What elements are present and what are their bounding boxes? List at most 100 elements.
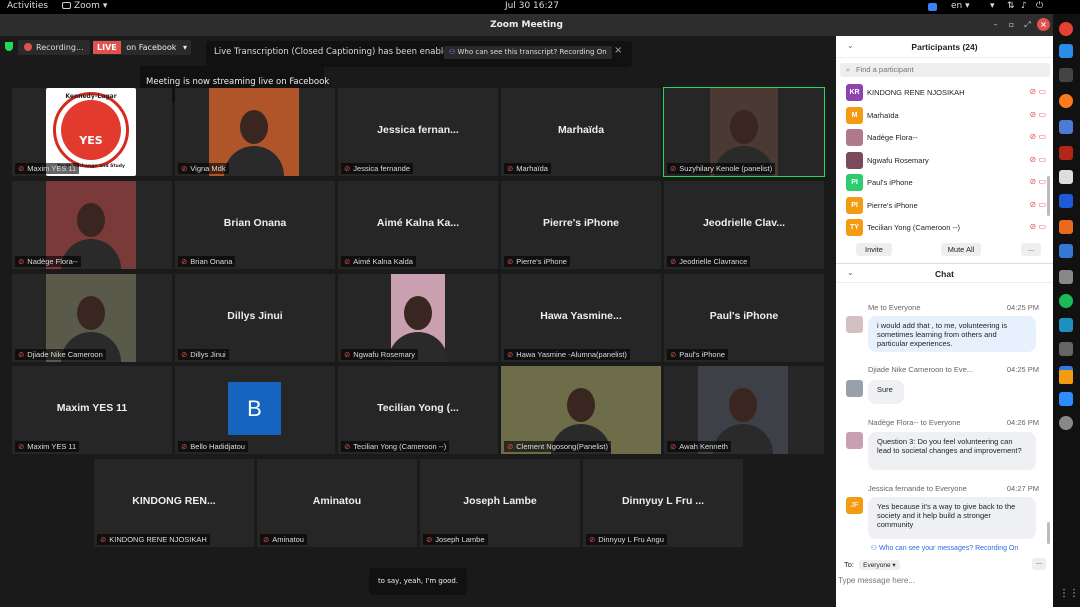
video-tile[interactable]: Paul's iPhone ⊘ Paul's iPhone bbox=[664, 274, 824, 362]
chat-recording-note[interactable]: ⚇ Who can see your messages? Recording O… bbox=[836, 544, 1053, 552]
activities-button[interactable]: Activities bbox=[7, 1, 48, 11]
firefox-icon[interactable] bbox=[1059, 94, 1073, 108]
video-tile[interactable]: ⊘ Clement Ngosong(Panelist) bbox=[501, 366, 661, 454]
participant-name-large: Hawa Yasmine... bbox=[540, 310, 622, 322]
maximize-icon[interactable]: ▫ bbox=[1005, 18, 1018, 31]
vscode-icon[interactable] bbox=[1059, 44, 1073, 58]
vlc-icon[interactable] bbox=[1059, 370, 1073, 384]
mic-muted-icon[interactable]: ⊘ ▭ bbox=[1030, 222, 1046, 231]
app-grid-icon[interactable]: ⋮⋮ bbox=[1059, 588, 1079, 602]
filezilla-icon[interactable] bbox=[1059, 146, 1073, 160]
participant-name-large: Paul's iPhone bbox=[709, 310, 779, 322]
participant-name-large: Tecilian Yong (... bbox=[377, 402, 459, 414]
video-tile[interactable]: ⊘ Djiade Nike Cameroon bbox=[12, 274, 172, 362]
folder-icon[interactable] bbox=[1059, 170, 1073, 184]
video-tile[interactable]: Hawa Yasmine... ⊘ Hawa Yasmine -Alumna(pan… bbox=[501, 274, 661, 362]
video-tile[interactable]: Marhaïda ⊘ Marhaïda bbox=[501, 88, 661, 176]
window-title: Zoom Meeting bbox=[490, 20, 563, 30]
trash-icon[interactable] bbox=[1059, 416, 1073, 430]
chat-scrollbar[interactable] bbox=[1047, 522, 1050, 544]
participant-row[interactable]: PI Paul's iPhone ⊘ ▭ bbox=[846, 172, 1046, 192]
participant-row[interactable]: KR KINDONG RENE NJOSIKAH ⊘ ▭ bbox=[846, 82, 1046, 102]
video-tile[interactable]: KINDONG REN... ⊘ KINDONG RENE NJOSIKAH bbox=[94, 459, 254, 547]
video-tile[interactable]: Joseph Lambe ⊘ Joseph Lambe bbox=[420, 459, 580, 547]
people-icon: ⚇ bbox=[870, 545, 878, 552]
participants-more-button[interactable]: ... bbox=[1021, 243, 1041, 256]
video-tile[interactable]: ⊘ Vigna Mdk bbox=[175, 88, 335, 176]
participant-search[interactable]: ⌕ bbox=[840, 63, 1050, 77]
app-menu[interactable]: Zoom ▾ bbox=[62, 1, 107, 11]
participant-search-input[interactable] bbox=[856, 65, 1036, 74]
live-stream-button[interactable]: LIVE on Facebook ▾ bbox=[93, 40, 191, 55]
video-tile[interactable]: Pierre's iPhone ⊘ Pierre's iPhone bbox=[501, 181, 661, 269]
video-tile[interactable]: Jeodrielle Clav... ⊘ Jeodrielle Clavrance bbox=[664, 181, 824, 269]
mic-muted-icon[interactable]: ⊘ ▭ bbox=[1030, 87, 1046, 96]
video-tile[interactable]: Aminatou ⊘ Aminatou bbox=[257, 459, 417, 547]
message-bubble[interactable]: i would add that , to me, volunteering i… bbox=[868, 316, 1036, 352]
mic-muted-icon[interactable]: ⊘ ▭ bbox=[1030, 110, 1046, 119]
files-icon[interactable] bbox=[1059, 120, 1073, 134]
mute-all-button[interactable]: Mute All bbox=[941, 243, 981, 256]
document-icon[interactable] bbox=[1059, 194, 1073, 208]
video-tile[interactable]: Kennedy-Lugar YES Youth Exchange and Study… bbox=[12, 88, 172, 176]
video-tile[interactable]: ⊘ Nadège Flora-- bbox=[12, 181, 172, 269]
recipient-dropdown[interactable]: Everyone ▾ bbox=[859, 560, 900, 570]
participants-header: ⌄ Participants (24) bbox=[836, 36, 1053, 58]
fullscreen-icon[interactable]: ⤢ bbox=[1021, 18, 1034, 31]
mic-muted-icon: ⊘ bbox=[507, 350, 514, 359]
participant-scrollbar[interactable] bbox=[1047, 176, 1050, 216]
settings-icon[interactable] bbox=[1059, 270, 1073, 284]
shield-icon[interactable] bbox=[5, 42, 13, 51]
participant-name-large: Jessica fernan... bbox=[377, 124, 459, 136]
zoom-tray-icon[interactable] bbox=[928, 3, 937, 11]
transcript-link[interactable]: ⚇ Who can see this transcript? Recording… bbox=[444, 46, 612, 59]
video-tile[interactable]: ⊘ Awah Kenneth bbox=[664, 366, 824, 454]
participant-row[interactable]: Ngwafu Rosemary ⊘ ▭ bbox=[846, 150, 1046, 170]
video-tile[interactable]: Brian Onana ⊘ Brian Onana bbox=[175, 181, 335, 269]
video-tile[interactable]: B ⊘ Bello Hadidjatou bbox=[175, 366, 335, 454]
chat-more-button[interactable]: ... bbox=[1032, 558, 1046, 570]
video-tile[interactable]: Maxim YES 11 ⊘ Maxim YES 11 bbox=[12, 366, 172, 454]
invite-button[interactable]: Invite bbox=[856, 243, 892, 256]
participant-row[interactable]: PI Pierre's iPhone ⊘ ▭ bbox=[846, 195, 1046, 215]
video-tile[interactable]: Aimé Kalna Ka... ⊘ Aimé Kalna Kalda bbox=[338, 181, 498, 269]
screenshot-icon[interactable] bbox=[1059, 342, 1073, 356]
video-tile[interactable]: ⊘ Suzyhilary Kenole (panelist) bbox=[663, 87, 825, 177]
terminal-icon[interactable] bbox=[1059, 68, 1073, 82]
chrome-icon[interactable] bbox=[1059, 22, 1073, 36]
close-icon[interactable]: × bbox=[614, 45, 622, 56]
power-icon[interactable]: ⏻ bbox=[1036, 1, 1043, 11]
participant-label-text: Vigna Mdk bbox=[190, 164, 226, 173]
writer-icon[interactable] bbox=[1059, 244, 1073, 258]
video-tile[interactable]: Tecilian Yong (... ⊘ Tecilian Yong (Camero… bbox=[338, 366, 498, 454]
clock[interactable]: Jul 30 16:27 bbox=[505, 1, 559, 11]
participant-row[interactable]: TY Tecilian Yong (Cameroon --) ⊘ ▭ bbox=[846, 217, 1046, 237]
video-tile[interactable]: Dinnyuy L Fru ... ⊘ Dinnyuy L Fru Angu bbox=[583, 459, 743, 547]
video-tile[interactable]: Dillys Jinui ⊘ Dillys Jinui bbox=[175, 274, 335, 362]
message-bubble[interactable]: Yes because it's a way to give back to t… bbox=[868, 497, 1036, 539]
chat-input[interactable] bbox=[838, 573, 1038, 587]
minimize-icon[interactable]: – bbox=[989, 18, 1002, 31]
mic-muted-icon[interactable]: ⊘ ▭ bbox=[1030, 177, 1046, 186]
message-bubble[interactable]: Sure bbox=[868, 380, 904, 404]
video-tile[interactable]: Jessica fernan... ⊘ Jessica fernande bbox=[338, 88, 498, 176]
spotify-icon[interactable] bbox=[1059, 294, 1073, 308]
close-icon[interactable]: × bbox=[1037, 18, 1050, 31]
mic-muted-icon: ⊘ bbox=[100, 535, 107, 544]
app-icon[interactable] bbox=[1059, 318, 1073, 332]
mic-muted-icon[interactable]: ⊘ ▭ bbox=[1030, 200, 1046, 209]
zoom-icon[interactable] bbox=[1059, 392, 1073, 406]
recording-indicator[interactable]: Recording... bbox=[18, 40, 90, 55]
mic-muted-icon[interactable]: ⊘ ▭ bbox=[1030, 132, 1046, 141]
participant-row[interactable]: M Marhaïda ⊘ ▭ bbox=[846, 105, 1046, 125]
mic-muted-icon[interactable]: ⊘ ▭ bbox=[1030, 155, 1046, 164]
software-icon[interactable] bbox=[1059, 220, 1073, 234]
message-bubble[interactable]: Question 3: Do you feel volunteering can… bbox=[868, 432, 1036, 470]
language-selector[interactable]: en ▾ bbox=[951, 1, 970, 11]
video-tile[interactable]: ⊘ Ngwafu Rosemary bbox=[338, 274, 498, 362]
participant-row[interactable]: Nadège Flora-- ⊘ ▭ bbox=[846, 127, 1046, 147]
participant-name-large: Maxim YES 11 bbox=[56, 402, 128, 414]
mic-muted-icon: ⊘ bbox=[181, 350, 188, 359]
mic-muted-icon: ⊘ bbox=[181, 257, 188, 266]
participant-label: ⊘ Vigna Mdk bbox=[178, 163, 229, 174]
